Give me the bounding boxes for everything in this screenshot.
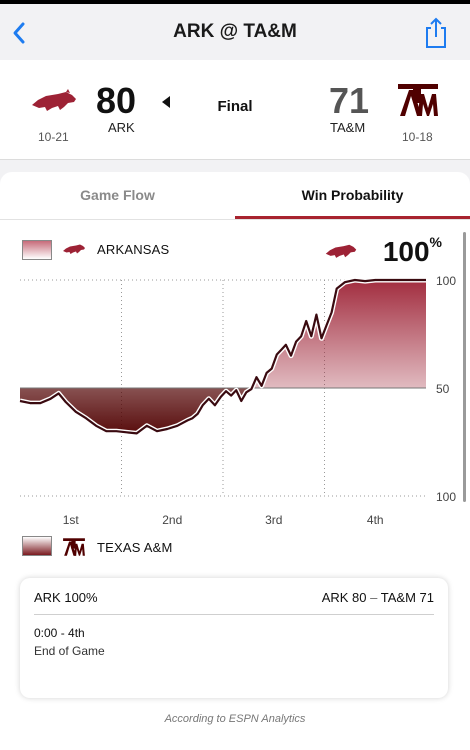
- x-tick-label-4th: 4th: [367, 513, 384, 527]
- page-title: ARK @ TA&M: [173, 21, 297, 42]
- detail-home-score: TA&M 71: [380, 590, 434, 605]
- razorback-logo: [32, 89, 76, 111]
- win-pct-value: 100: [382, 236, 430, 267]
- current-win-probability: 100%: [383, 234, 442, 268]
- home-score: 71: [329, 80, 370, 121]
- detail-play-description: End of Game: [34, 644, 105, 658]
- win-pct-sign: %: [429, 234, 442, 250]
- detail-win-pct: ARK 100%: [34, 590, 98, 605]
- detail-score: ARK 80 – TA&M 71: [322, 590, 434, 605]
- away-score: 80: [96, 80, 137, 121]
- analytics-attribution: According to ESPN Analytics: [164, 713, 306, 725]
- detail-game-clock: 0:00 - 4th: [34, 626, 85, 640]
- arkansas-legend-swatch: [22, 240, 52, 260]
- game-status: Final: [217, 98, 253, 115]
- top-team-label: ARKANSAS: [97, 242, 170, 257]
- razorback-logo: [325, 244, 357, 258]
- play-detail-card: ARK 100% ARK 80 – TA&M 71 0:00 - 4th End…: [20, 578, 448, 698]
- y-tick-label-top-100: 100: [436, 274, 456, 288]
- y-tick-label-bottom-100: 100: [436, 490, 456, 504]
- home-record: 10-18: [402, 130, 433, 144]
- scoreboard[interactable]: 10-21 80 ARK Final 71 TA&M 10-18: [0, 60, 470, 160]
- share-icon: [426, 17, 446, 48]
- home-abbr: TA&M: [330, 120, 366, 135]
- x-tick-label-3rd: 3rd: [265, 513, 282, 527]
- atm-logo: [63, 538, 85, 556]
- bottom-team-label: TEXAS A&M: [97, 540, 173, 555]
- texas-am-legend-swatch: [22, 536, 52, 556]
- navigation-bar: ARK @ TA&M: [0, 4, 470, 60]
- away-abbr: ARK: [108, 120, 135, 135]
- tab-win-probability[interactable]: Win Probability: [235, 172, 470, 220]
- x-tick-label-1st: 1st: [63, 513, 80, 527]
- tab-game-flow[interactable]: Game Flow: [0, 172, 235, 220]
- detail-score-separator: –: [370, 590, 378, 605]
- away-record: 10-21: [38, 130, 69, 144]
- win-probability-chart[interactable]: 1st 2nd 3rd 4th 100 50 100: [0, 272, 470, 532]
- x-tick-label-2nd: 2nd: [162, 513, 182, 527]
- scrollbar[interactable]: [463, 232, 466, 502]
- divider: [34, 614, 434, 615]
- win-probability-card: Game Flow Win Probability ARKANSAS 100% …: [0, 172, 470, 750]
- atm-logo: [398, 84, 438, 116]
- tab-bar: Game Flow Win Probability: [0, 172, 470, 220]
- detail-away-score: ARK 80: [321, 590, 367, 605]
- y-tick-label-50: 50: [436, 382, 450, 396]
- winner-indicator-icon: [162, 96, 170, 108]
- razorback-logo: [63, 244, 85, 254]
- share-button[interactable]: [422, 16, 450, 50]
- tab-selected-indicator: [235, 216, 470, 219]
